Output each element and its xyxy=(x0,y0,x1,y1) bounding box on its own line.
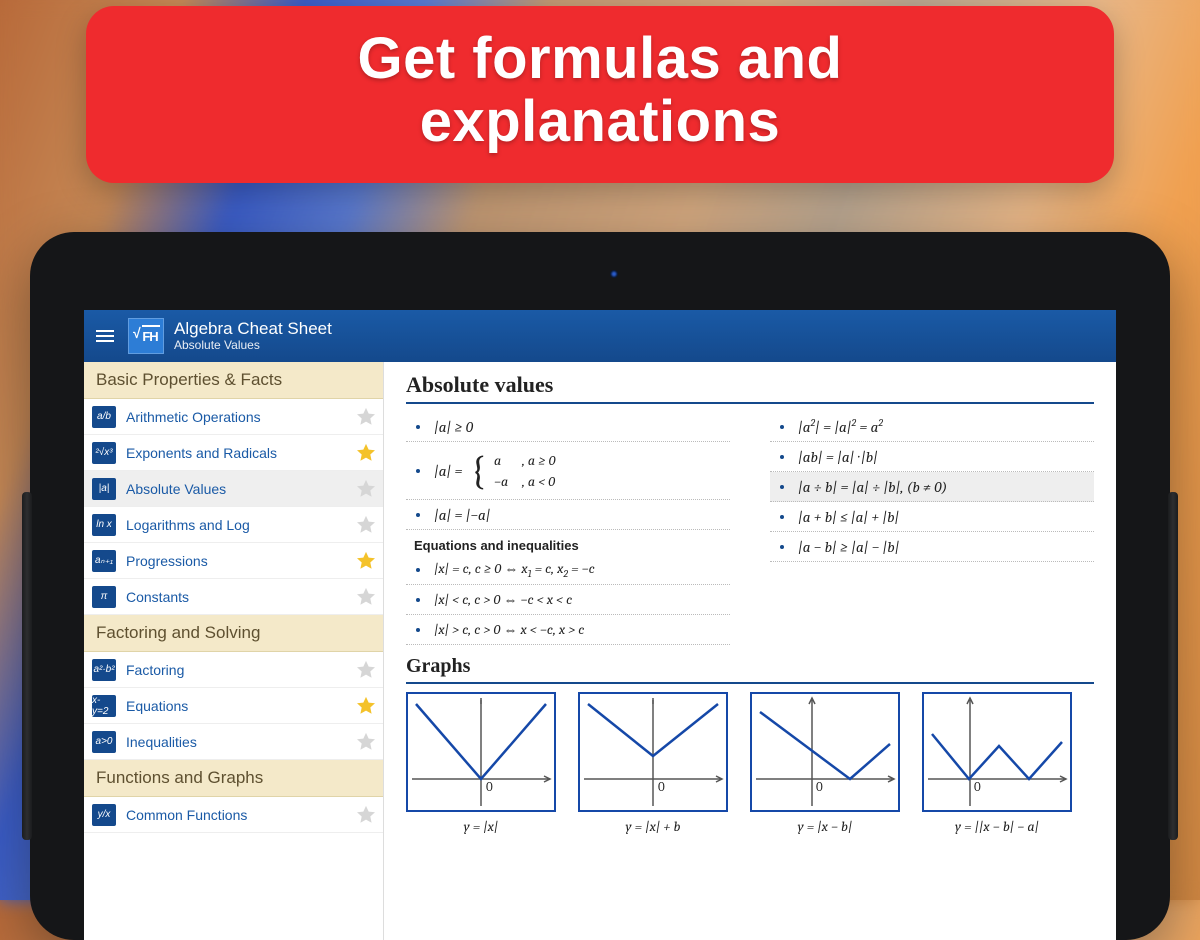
sidebar-item-icon: π xyxy=(92,586,116,608)
graph-card: 0 y = ||x − b| − a| xyxy=(922,692,1072,835)
sidebar-item-icon: a>0 xyxy=(92,731,116,753)
graph-card: 0 y = |x| xyxy=(406,692,556,835)
appbar-subtitle: Absolute Values xyxy=(174,339,332,352)
sidebar-item-icon: a²·b² xyxy=(92,659,116,681)
sidebar-item-icon: x-y=2 xyxy=(92,695,116,717)
menu-icon[interactable] xyxy=(92,324,118,348)
graph-label: y = |x − b| xyxy=(750,818,900,835)
formula-row: |a| ≥ 0 xyxy=(406,412,730,442)
sidebar-item[interactable]: π Constants xyxy=(84,579,383,615)
tablet-frame: FH Algebra Cheat Sheet Absolute Values B… xyxy=(30,232,1170,940)
sidebar-item-label: Logarithms and Log xyxy=(126,517,345,533)
graph-label: y = |x| xyxy=(406,818,556,835)
graph-card: 0 y = |x − b| xyxy=(750,692,900,835)
app-logo[interactable]: FH xyxy=(128,318,164,354)
graph-card: 0 y = |x| + b xyxy=(578,692,728,835)
sidebar-item-label: Constants xyxy=(126,589,345,605)
sidebar-item[interactable]: a/b Arithmetic Operations xyxy=(84,399,383,435)
sidebar-item-label: Arithmetic Operations xyxy=(126,409,345,425)
sidebar-item[interactable]: ²√x³ Exponents and Radicals xyxy=(84,435,383,471)
sidebar-item-icon: y/x xyxy=(92,804,116,826)
star-icon[interactable] xyxy=(355,442,377,464)
star-icon[interactable] xyxy=(355,586,377,608)
graph-plot: 0 xyxy=(750,692,900,812)
sidebar-item-label: Progressions xyxy=(126,553,345,569)
formula-row: |a2| = |a|2 = a2 xyxy=(770,412,1094,442)
sidebar-item-label: Common Functions xyxy=(126,807,345,823)
formula-row: |ab| = |a| · |b| xyxy=(770,442,1094,472)
formula-row: |a| = |−a| xyxy=(406,500,730,530)
sidebar-item-icon: aₙ₊₁ xyxy=(92,550,116,572)
sidebar-item[interactable]: x-y=2 Equations xyxy=(84,688,383,724)
sidebar-section-header: Factoring and Solving xyxy=(84,615,383,652)
content-subheading: Equations and inequalities xyxy=(414,538,730,553)
graphs-heading: Graphs xyxy=(406,655,1094,678)
sidebar-item[interactable]: ln x Logarithms and Log xyxy=(84,507,383,543)
sidebar-item-icon: ²√x³ xyxy=(92,442,116,464)
sidebar-section-header: Functions and Graphs xyxy=(84,760,383,797)
sidebar-item-label: Factoring xyxy=(126,662,345,678)
graph-label: y = ||x − b| − a| xyxy=(922,818,1072,835)
sidebar-item-icon: ln x xyxy=(92,514,116,536)
camera-dot xyxy=(610,270,618,278)
sidebar-item-label: Absolute Values xyxy=(126,481,345,497)
formula-row: |a − b| ≥ |a| − |b| xyxy=(770,532,1094,562)
sidebar-item-icon: a/b xyxy=(92,406,116,428)
formula-row: |x| = c, c ≥ 0 ⇔ x1 = c, x2 = −c xyxy=(406,555,730,585)
sidebar-item-label: Equations xyxy=(126,698,345,714)
app-screen: FH Algebra Cheat Sheet Absolute Values B… xyxy=(84,310,1116,940)
star-icon[interactable] xyxy=(355,406,377,428)
banner-line-2: explanations xyxy=(134,91,1066,154)
sidebar: Basic Properties & Factsa/b Arithmetic O… xyxy=(84,362,384,940)
content-pane: Absolute values |a| ≥ 0 |a| = { a, a ≥ 0… xyxy=(384,362,1116,940)
formula-row: |x| < c, c > 0 ⇔ −c < x < c xyxy=(406,585,730,615)
formula-column-left: |a| ≥ 0 |a| = { a, a ≥ 0−a, a < 0|a| = |… xyxy=(406,412,730,645)
graphs-row: 0 y = |x| 0 y = |x| + b xyxy=(406,692,1094,835)
formula-row: |a ÷ b| = |a| ÷ |b|, (b ≠ 0) xyxy=(770,472,1094,502)
sidebar-item[interactable]: y/x Common Functions xyxy=(84,797,383,833)
banner-line-1: Get formulas and xyxy=(134,28,1066,91)
star-icon[interactable] xyxy=(355,731,377,753)
star-icon[interactable] xyxy=(355,804,377,826)
sidebar-item[interactable]: |a| Absolute Values xyxy=(84,471,383,507)
graph-plot: 0 xyxy=(406,692,556,812)
formula-row: |a + b| ≤ |a| + |b| xyxy=(770,502,1094,532)
sidebar-item-label: Exponents and Radicals xyxy=(126,445,345,461)
promo-banner: Get formulas and explanations xyxy=(86,6,1114,183)
formula-row: |a| = { a, a ≥ 0−a, a < 0 xyxy=(406,442,730,500)
star-icon[interactable] xyxy=(355,695,377,717)
star-icon[interactable] xyxy=(355,659,377,681)
graph-label: y = |x| + b xyxy=(578,818,728,835)
sidebar-item-label: Inequalities xyxy=(126,734,345,750)
formula-column-right: |a2| = |a|2 = a2|ab| = |a| · |b||a ÷ b| … xyxy=(770,412,1094,645)
star-icon[interactable] xyxy=(355,478,377,500)
app-bar: FH Algebra Cheat Sheet Absolute Values xyxy=(84,310,1116,362)
formula-row: |x| > c, c > 0 ⇔ x < −c, x > c xyxy=(406,615,730,645)
graph-plot: 0 xyxy=(922,692,1072,812)
sidebar-item-icon: |a| xyxy=(92,478,116,500)
sidebar-item[interactable]: aₙ₊₁ Progressions xyxy=(84,543,383,579)
star-icon[interactable] xyxy=(355,550,377,572)
sidebar-section-header: Basic Properties & Facts xyxy=(84,362,383,399)
content-heading: Absolute values xyxy=(406,372,1094,398)
appbar-title: Algebra Cheat Sheet xyxy=(174,320,332,339)
star-icon[interactable] xyxy=(355,514,377,536)
sidebar-item[interactable]: a>0 Inequalities xyxy=(84,724,383,760)
graph-plot: 0 xyxy=(578,692,728,812)
sidebar-item[interactable]: a²·b² Factoring xyxy=(84,652,383,688)
